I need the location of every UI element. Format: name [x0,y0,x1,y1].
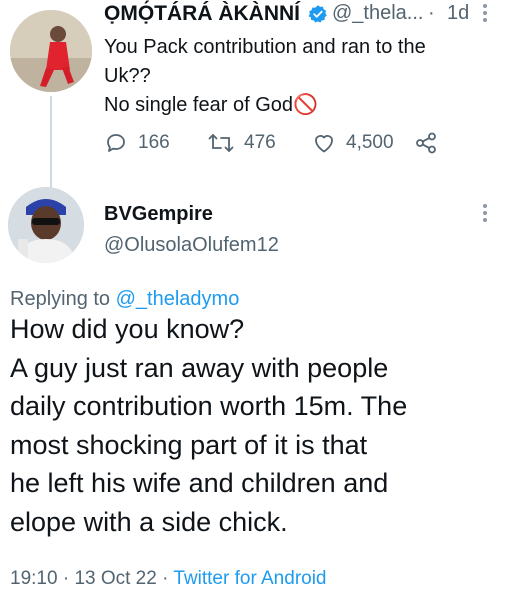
like-count: 4,500 [346,132,394,153]
replying-to: Replying to @_theladymo [10,288,239,311]
avatar[interactable] [8,187,84,263]
tweet-line: You Pack contribution and ran to the [104,36,426,58]
separator: · [62,568,70,589]
share-button[interactable] [414,128,438,158]
mention-link[interactable]: @_theladymo [116,288,240,310]
tweet-actions: 166 476 4,500 [104,128,504,158]
like-button[interactable]: 4,500 [312,128,394,158]
tweet-meta: 19:10 · 13 Oct 22 · Twitter for Android [10,568,327,590]
avatar-photo [10,10,92,92]
avatar-photo [8,187,84,263]
tweet-line: most shocking part of it is that [10,429,368,460]
more-options-icon[interactable] [480,202,490,224]
verified-badge-icon [308,5,327,23]
reply-button[interactable]: 166 [104,128,170,158]
separator: · [162,568,169,589]
tweet-line: Uk?? [104,65,151,87]
tweet-line: he left his wife and children and [10,468,389,498]
tweet-line: A guy just ran away with people [10,352,389,383]
avatar[interactable] [10,10,92,92]
heart-icon [315,135,333,153]
thread-line [50,96,52,192]
share-icon [416,132,436,154]
more-options-icon[interactable] [480,2,490,24]
tweet-line: daily contribution worth 15m. The [10,391,408,421]
tweet-text: How did you know? A guy just ran away wi… [10,310,500,541]
tweet-date[interactable]: 13 Oct 22 [74,568,156,589]
author-handle[interactable]: @OlusolaOlufem12 [104,234,279,257]
tweet-text: You Pack contribution and ran to the Uk?… [104,33,494,120]
reply-icon [107,134,125,152]
retweet-button[interactable]: 476 [208,128,276,158]
tweet-source[interactable]: Twitter for Android [173,568,326,589]
tweet-line: No single fear of God🚫 [104,94,318,116]
retweet-icon [208,134,234,152]
author-handle[interactable]: @_thela... [332,2,423,25]
tweet-line: elope with a side chick. [10,506,288,537]
author-name[interactable]: BVGempire [104,203,213,226]
separator: · [428,2,435,24]
reply-count: 166 [138,132,170,153]
retweet-count: 476 [244,132,276,153]
timestamp[interactable]: 1d [447,2,469,25]
replying-to-label: Replying to [10,288,111,310]
tweet-time[interactable]: 19:10 [10,568,58,589]
author-name[interactable]: ỌMỌ́TÁRÁ ÀKÀNNÍ [104,2,300,26]
tweet-line: How did you know? [10,314,245,344]
